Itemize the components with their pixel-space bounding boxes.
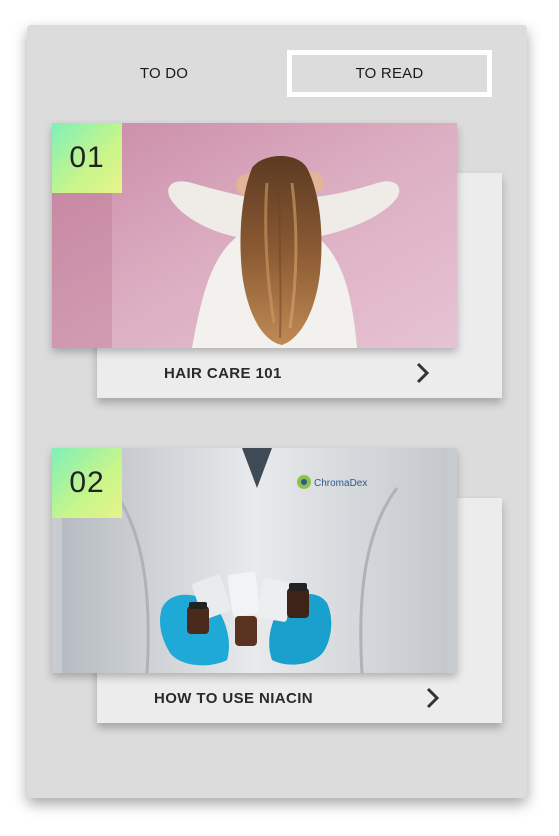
- article-card-1[interactable]: 01 HAIR CARE 101: [27, 123, 527, 403]
- chromadex-logo-text: ChromaDex: [314, 478, 367, 489]
- chevron-right-icon[interactable]: [425, 687, 441, 709]
- tab-to-do-label: TO DO: [139, 65, 189, 82]
- reading-list-panel: TO DO TO READ 01 HAIR CARE 101 ChromaDex…: [27, 25, 527, 798]
- tab-to-do[interactable]: TO DO: [49, 50, 279, 97]
- card-number-badge: 01: [52, 123, 122, 193]
- card-title: HAIR CARE 101: [164, 364, 282, 382]
- article-card-2[interactable]: ChromaDex 02 HOW TO USE NIACIN: [27, 448, 527, 728]
- card-number: 02: [69, 466, 105, 499]
- tab-to-read-label: TO READ: [355, 65, 424, 82]
- tab-to-read[interactable]: TO READ: [287, 50, 492, 97]
- card-title: HOW TO USE NIACIN: [154, 689, 314, 707]
- card-number-badge: 02: [52, 448, 122, 518]
- card-title-bar[interactable]: HOW TO USE NIACIN: [97, 673, 502, 723]
- card-number: 01: [69, 141, 105, 174]
- chevron-right-icon[interactable]: [415, 362, 431, 384]
- card-title-bar[interactable]: HAIR CARE 101: [97, 348, 502, 398]
